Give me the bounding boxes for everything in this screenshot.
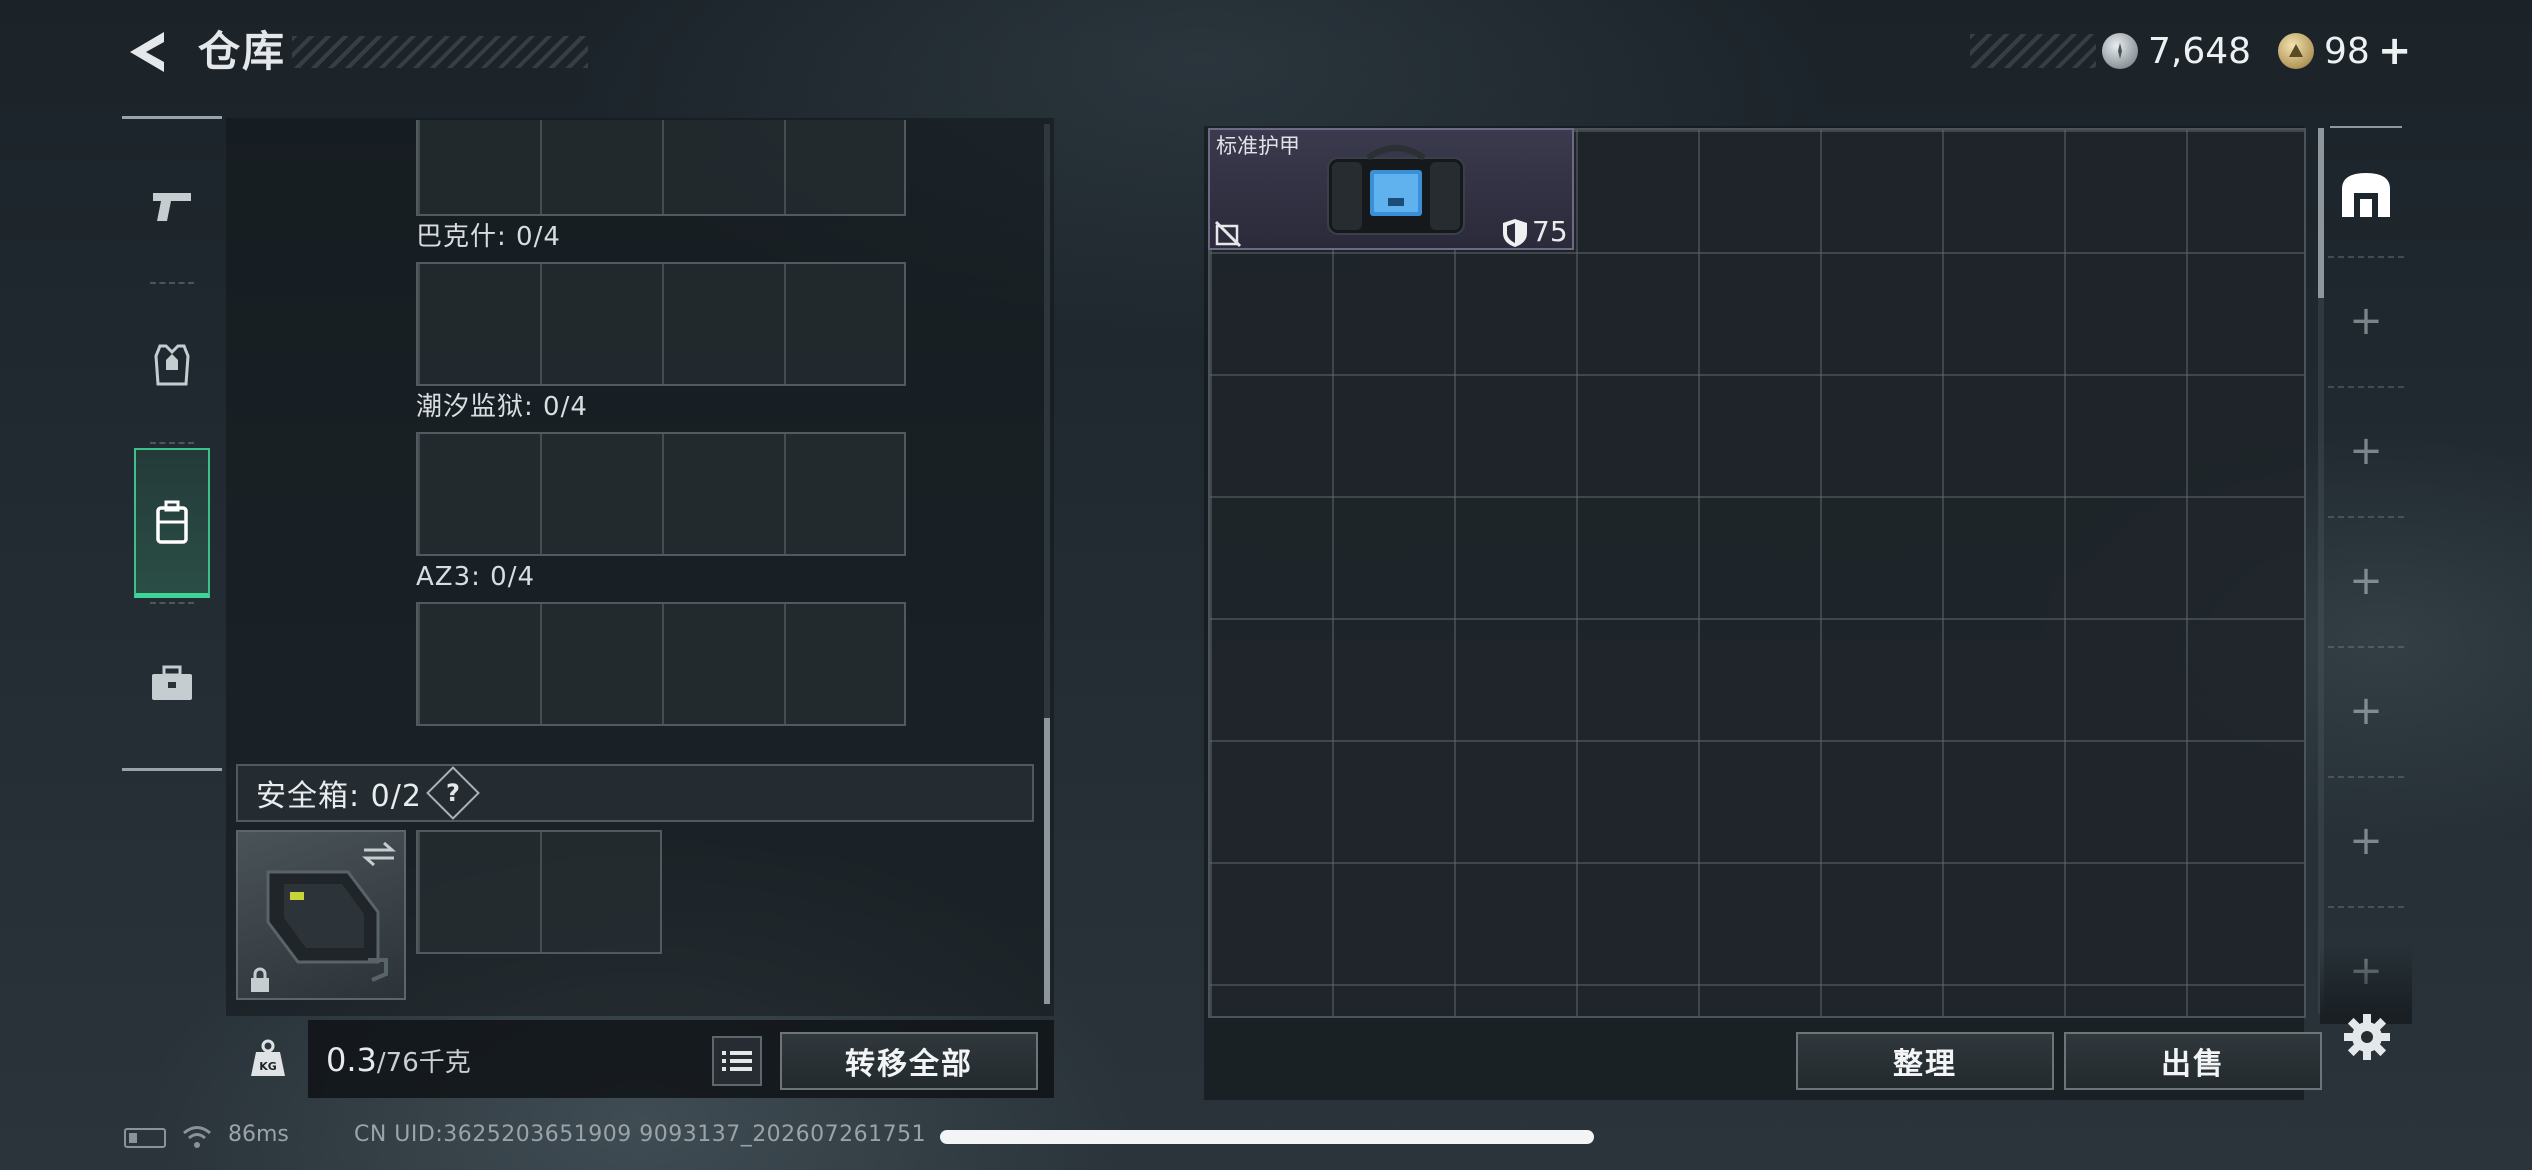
add-storage-tab-button[interactable]: + bbox=[2328, 386, 2404, 514]
no-repair-icon bbox=[1214, 220, 1242, 248]
storage-grid[interactable] bbox=[1208, 128, 2306, 1018]
safebox-label: 安全箱: 0/2 bbox=[256, 779, 422, 814]
left-scrollbar-thumb[interactable] bbox=[1044, 718, 1050, 1004]
safebox-slot-grid[interactable] bbox=[416, 830, 662, 954]
title-decoration bbox=[292, 36, 588, 68]
armor-vest-icon bbox=[154, 344, 190, 386]
storage-tab-main[interactable] bbox=[2328, 146, 2404, 242]
nav-item-backpack[interactable] bbox=[134, 448, 210, 598]
help-button[interactable]: ? bbox=[426, 766, 480, 820]
gold-amount: 98 bbox=[2324, 30, 2370, 72]
container-slot-grid[interactable] bbox=[416, 120, 906, 216]
page-title: 仓库 bbox=[198, 27, 287, 76]
silver-coin-icon bbox=[2102, 33, 2138, 69]
weight-icon-label: KG bbox=[259, 1060, 277, 1073]
weight-current: 0.3 bbox=[326, 1041, 377, 1079]
weight-readout: 0.3/76千克 bbox=[326, 1040, 471, 1083]
nav-divider bbox=[150, 442, 194, 444]
container-slot-grid[interactable] bbox=[416, 602, 906, 726]
backpack-icon bbox=[156, 500, 188, 544]
sort-button[interactable]: 整理 bbox=[1796, 1032, 2054, 1090]
ping-readout: 86ms bbox=[228, 1122, 289, 1147]
settings-button[interactable] bbox=[2336, 1006, 2398, 1068]
battery-icon bbox=[124, 1128, 166, 1148]
nav-item-weapon[interactable] bbox=[134, 130, 210, 280]
transfer-all-button[interactable]: 转移全部 bbox=[780, 1032, 1038, 1090]
gold-coin-icon bbox=[2278, 33, 2314, 69]
currency-gold: 98 + bbox=[2278, 26, 2411, 76]
safebox-item[interactable] bbox=[236, 830, 406, 1000]
item-durability: 75 bbox=[1532, 215, 1568, 248]
currency-silver: 7,648 bbox=[2102, 26, 2251, 76]
briefcase-icon bbox=[152, 665, 192, 700]
container-slot-grid[interactable] bbox=[416, 262, 906, 386]
back-arrow-icon bbox=[130, 32, 164, 72]
gear-icon bbox=[2344, 1014, 2390, 1060]
wifi-icon bbox=[183, 1126, 211, 1148]
player-uid: CN UID:3625203651909 9093137_20260726175… bbox=[354, 1122, 927, 1147]
weight-max: /76千克 bbox=[376, 1048, 471, 1078]
container-label: 潮汐监狱: 0/4 bbox=[416, 392, 588, 422]
lock-icon bbox=[251, 967, 269, 992]
help-icon: ? bbox=[445, 778, 460, 807]
container-label: 巴克什: 0/4 bbox=[416, 222, 561, 252]
armor-item-image bbox=[1327, 145, 1465, 235]
container-label: AZ3: 0/4 bbox=[416, 562, 536, 592]
add-storage-tab-button[interactable]: + bbox=[2328, 516, 2404, 644]
nav-divider bbox=[150, 602, 194, 604]
add-storage-tab-button[interactable]: + bbox=[2328, 646, 2404, 774]
silver-amount: 7,648 bbox=[2148, 30, 2252, 72]
item-name: 标准护甲 bbox=[1216, 134, 1300, 158]
nav-frame-top bbox=[122, 116, 222, 119]
list-view-button[interactable] bbox=[712, 1036, 762, 1086]
pistol-icon bbox=[153, 193, 191, 221]
storage-scrollbar-thumb[interactable] bbox=[2318, 128, 2324, 298]
container-slot-grid[interactable] bbox=[416, 432, 906, 556]
weight-icon: KG bbox=[251, 1039, 285, 1076]
back-button[interactable] bbox=[118, 22, 174, 82]
add-currency-button[interactable]: + bbox=[2378, 28, 2412, 74]
swap-icon[interactable] bbox=[362, 840, 396, 868]
nav-item-armor[interactable] bbox=[134, 290, 210, 440]
nav-frame-bottom bbox=[122, 768, 222, 771]
add-storage-tab-button[interactable]: + bbox=[2328, 256, 2404, 384]
safebox-header: 安全箱: 0/2 ? bbox=[236, 764, 1034, 822]
list-icon bbox=[722, 1051, 752, 1071]
currency-decoration bbox=[1970, 34, 2096, 68]
nav-divider bbox=[150, 282, 194, 284]
add-storage-tab-button[interactable]: + bbox=[2328, 776, 2404, 904]
home-indicator[interactable] bbox=[940, 1130, 1594, 1144]
sell-button[interactable]: 出售 bbox=[2064, 1032, 2322, 1090]
storage-tabs-frame bbox=[2330, 126, 2402, 128]
nav-item-case[interactable] bbox=[134, 608, 210, 758]
weight-indicator: KG bbox=[240, 1030, 296, 1086]
durability-shield-icon bbox=[1503, 219, 1527, 247]
warehouse-icon bbox=[2342, 173, 2390, 217]
